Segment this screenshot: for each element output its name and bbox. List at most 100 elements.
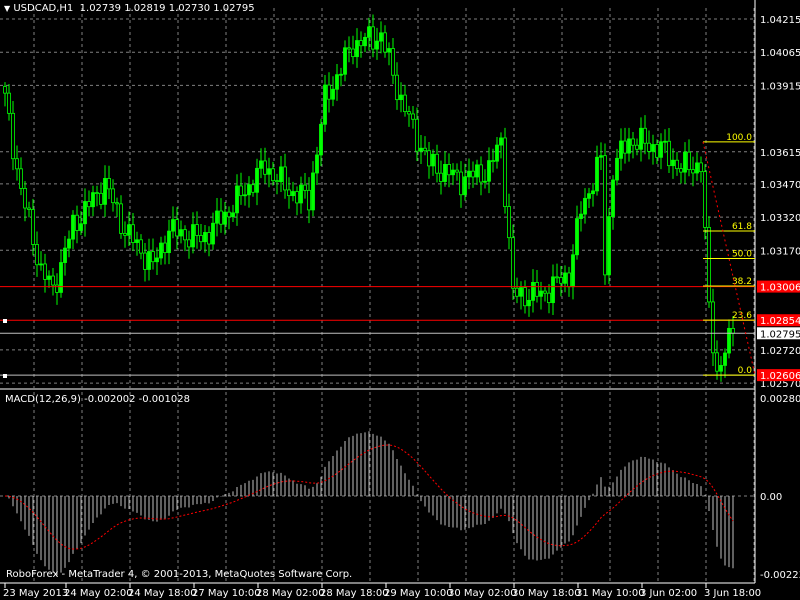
time-tick: 31 May 10:00 (576, 588, 645, 599)
candle-body (375, 40, 379, 50)
candle-body (419, 147, 423, 152)
candle-body (675, 159, 679, 170)
candle-body (379, 32, 383, 42)
fib-level-label: 50.0 (732, 249, 752, 259)
candle-body (27, 207, 31, 210)
candle-body (523, 287, 527, 307)
candle-body (403, 94, 407, 112)
price-tick: 1.03615 (760, 148, 800, 159)
candle-body (279, 166, 283, 183)
candle-body (503, 137, 507, 207)
candle-body (231, 212, 235, 218)
candle-body (551, 276, 555, 304)
candle-body (499, 137, 503, 146)
candle-body (599, 155, 603, 158)
candle-body (275, 180, 279, 183)
candle-body (455, 169, 459, 173)
menu-triangle-icon[interactable]: ▼ (4, 4, 10, 13)
candle-body (151, 251, 155, 263)
candle-body (619, 140, 623, 159)
candle-body (327, 84, 331, 100)
candle-body (623, 140, 627, 154)
candle-body (251, 184, 255, 193)
fib-level-label: 100.0 (726, 133, 752, 143)
candle-body (663, 140, 667, 143)
candle-body (187, 239, 191, 248)
candle-body (719, 365, 723, 372)
time-tick: 23 May 2013 (3, 588, 68, 599)
time-tick: 28 May 18:00 (320, 588, 389, 599)
candle-body (367, 26, 371, 38)
candle-body (7, 92, 11, 114)
candle-body (683, 151, 687, 173)
candle-body (351, 48, 355, 58)
candle-body (355, 40, 359, 58)
candle-body (723, 352, 727, 366)
candle-body (303, 184, 307, 191)
candle-body (691, 169, 695, 174)
candle-body (207, 232, 211, 245)
candle-body (191, 224, 195, 248)
candle-body (383, 32, 387, 53)
candle-body (19, 168, 23, 189)
candle-body (507, 206, 511, 239)
macd-tick: 0.002809 (760, 394, 800, 405)
candle-body (299, 184, 303, 204)
candle-body (467, 170, 471, 178)
candle-body (339, 73, 343, 76)
candle-body (347, 47, 351, 50)
candle-body (267, 168, 271, 175)
candle-body (127, 224, 131, 236)
candle-body (579, 213, 583, 219)
candle-body (479, 164, 483, 183)
candle-body (243, 194, 247, 197)
candle-body (223, 211, 227, 225)
candle-body (67, 238, 71, 249)
candle-body (671, 159, 675, 167)
level-price-label: 1.03006 (760, 283, 800, 294)
candle-body (423, 147, 427, 152)
candle-body (535, 282, 539, 297)
candle-body (199, 235, 203, 243)
candle-body (3, 86, 7, 94)
candle-body (555, 276, 559, 279)
ohlc-label: 1.02739 1.02819 1.02730 1.02795 (79, 3, 255, 14)
price-tick: 1.03915 (760, 81, 800, 92)
candle-body (603, 155, 607, 276)
candle-body (323, 84, 327, 125)
candle-body (123, 232, 127, 236)
candle-body (483, 180, 487, 183)
candle-body (387, 48, 391, 53)
candle-body (343, 47, 347, 75)
candle-body (255, 167, 259, 193)
candle-body (143, 252, 147, 270)
candle-body (435, 153, 439, 174)
candle-body (655, 144, 659, 158)
candle-body (667, 140, 671, 167)
candle-body (315, 154, 319, 174)
candle-body (687, 151, 691, 171)
candle-body (291, 191, 295, 197)
chart-canvas[interactable]: 1.04215 1.04065 1.03915 1.03615 1.03470 1.033… (0, 0, 800, 600)
fib-level-label: 38.2 (732, 277, 752, 287)
candle-body (567, 272, 571, 288)
candle-body (211, 222, 215, 245)
candle-body (591, 190, 595, 195)
time-tick: 29 May 10:00 (384, 588, 453, 599)
candle-body (491, 160, 495, 163)
price-tick: 1.04215 (760, 15, 800, 26)
candle-body (635, 144, 639, 150)
candle-body (407, 111, 411, 115)
candle-body (411, 113, 415, 120)
candle-body (247, 184, 251, 196)
candle-body (171, 219, 175, 232)
candle-body (651, 144, 655, 152)
candle-body (399, 94, 403, 101)
candle-body (179, 229, 183, 237)
candle-body (155, 257, 159, 263)
candle-body (595, 156, 599, 192)
candle-body (563, 272, 567, 284)
candle-body (263, 160, 267, 175)
candle-body (451, 169, 455, 176)
candle-body (75, 214, 79, 231)
